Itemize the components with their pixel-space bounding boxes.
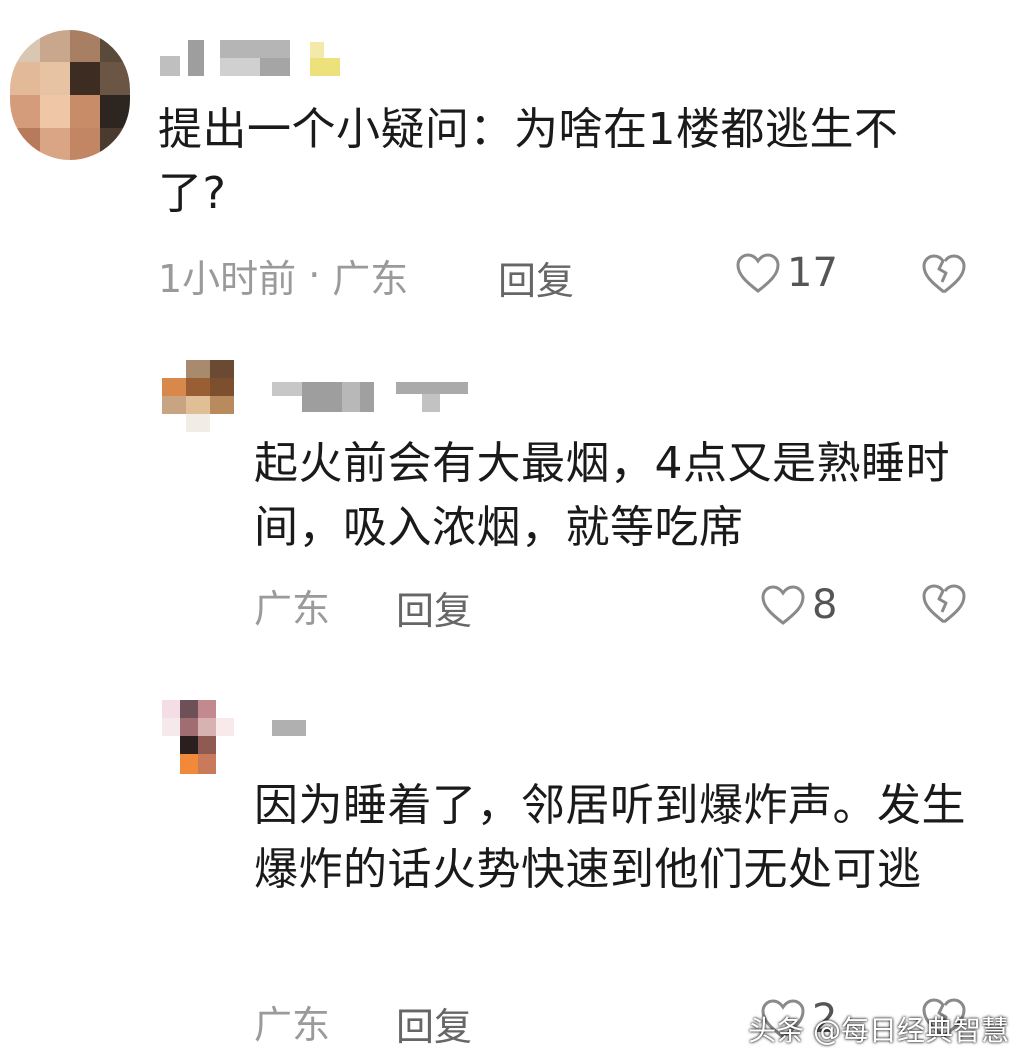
- comment-location: 广东: [254, 1002, 331, 1047]
- avatar[interactable]: [162, 700, 234, 774]
- comment-item: 因为睡着了，邻居听到爆炸声。发生爆炸的话火势快速到他们无处可逃 广东 回复 2: [0, 0, 1029, 1061]
- comment-text: 因为睡着了，邻居听到爆炸声。发生爆炸的话火势快速到他们无处可逃: [254, 780, 966, 895]
- watermark: 头条 @每日经典智慧: [748, 1014, 1009, 1047]
- comment-meta: 广东: [254, 996, 331, 1047]
- username-blurred[interactable]: [272, 716, 332, 776]
- reply-button[interactable]: 回复: [396, 996, 472, 1051]
